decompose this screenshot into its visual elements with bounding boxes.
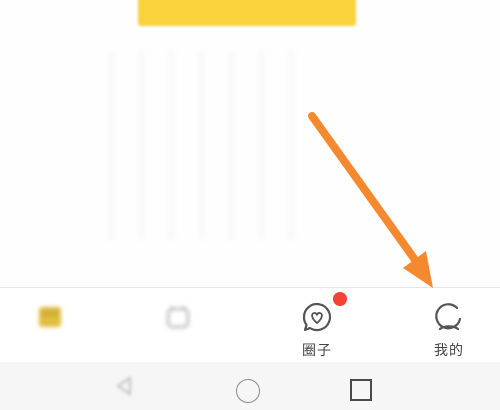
tab-circle[interactable]: 圈子: [267, 288, 367, 363]
home-circle-icon[interactable]: [236, 379, 260, 403]
tab-category[interactable]: [128, 288, 228, 363]
recents-square-icon[interactable]: [350, 379, 372, 401]
notification-badge: [333, 292, 347, 306]
home-icon: [30, 297, 70, 337]
tab-circle-label: 圈子: [302, 343, 332, 359]
heart-chat-icon: [297, 297, 337, 337]
yellow-action-button[interactable]: [138, 0, 356, 26]
back-triangle-icon[interactable]: [112, 374, 136, 398]
tab-profile-label: 我的: [434, 343, 464, 359]
profile-icon: [429, 297, 469, 337]
category-icon: [158, 297, 198, 337]
content-area: [0, 0, 500, 287]
blurred-content: [100, 50, 310, 240]
tab-profile[interactable]: 我的: [399, 288, 499, 363]
tab-home[interactable]: [0, 288, 100, 363]
bottom-tab-bar: 圈子 我的: [0, 287, 500, 363]
